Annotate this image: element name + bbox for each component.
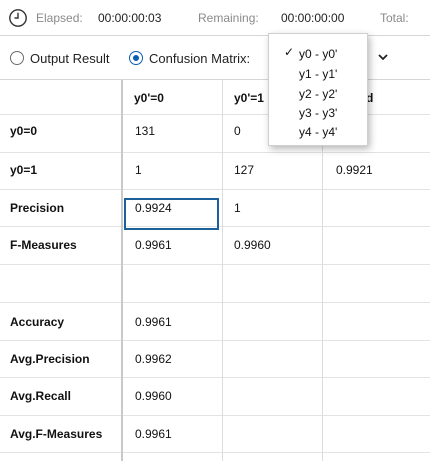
table-cell[interactable]: 0.9960 — [135, 389, 172, 403]
remaining-value: 00:00:00:00 — [281, 11, 345, 25]
table-cell[interactable]: 0.9961 — [135, 315, 172, 329]
elapsed-label: Elapsed: — [36, 11, 83, 25]
row-header: Avg.Precision — [10, 352, 90, 366]
elapsed-value: 00:00:00:03 — [98, 11, 162, 25]
row-header: Avg.F-Measures — [10, 427, 103, 441]
row-divider — [0, 264, 430, 265]
confusion-matrix-dropdown-menu: ✓ y0 - y0' y1 - y1' y2 - y2' y3 - y3' y4… — [268, 33, 368, 146]
row-divider — [0, 415, 430, 416]
total-label: Total: — [380, 11, 409, 25]
column-header: y0'=0 — [134, 91, 164, 105]
table-cell[interactable]: 0.9961 — [135, 427, 172, 441]
dropdown-item[interactable]: y0 - y0' — [299, 47, 337, 61]
dropdown-item[interactable]: y1 - y1' — [299, 67, 337, 81]
row-divider — [0, 189, 430, 190]
row-divider — [0, 302, 430, 303]
table-cell[interactable]: 0.9924 — [135, 201, 172, 215]
chevron-down-icon[interactable] — [377, 52, 389, 62]
table-cell[interactable]: 0.9921 — [336, 163, 373, 177]
row-header: y0=0 — [10, 124, 38, 138]
table-cell[interactable]: 0.9962 — [135, 352, 172, 366]
status-bar: Elapsed: 00:00:00:03 Remaining: 00:00:00… — [0, 0, 430, 36]
clock-icon — [9, 9, 27, 27]
confusion-matrix-radio[interactable] — [129, 51, 143, 65]
header-column-separator — [121, 80, 123, 461]
output-result-radio[interactable] — [10, 51, 24, 65]
table-cell[interactable]: 0.9960 — [234, 238, 271, 252]
table-cell[interactable]: 0 — [234, 124, 241, 138]
row-divider — [0, 340, 430, 341]
row-header: Precision — [10, 201, 65, 215]
column-header: y0'=1 — [234, 91, 264, 105]
checkmark-icon: ✓ — [284, 45, 295, 59]
row-header: F-Measures — [10, 238, 77, 252]
table-cell[interactable]: 0.9961 — [135, 238, 172, 252]
row-divider — [0, 452, 430, 453]
dropdown-item[interactable]: y2 - y2' — [299, 87, 337, 101]
table-cell[interactable]: 1 — [234, 201, 241, 215]
row-divider — [0, 377, 430, 378]
row-header: Avg.Recall — [10, 389, 71, 403]
row-divider — [0, 152, 430, 153]
dropdown-item[interactable]: y4 - y4' — [299, 125, 337, 139]
remaining-label: Remaining: — [198, 11, 259, 25]
row-header: y0=1 — [10, 163, 38, 177]
dropdown-item[interactable]: y3 - y3' — [299, 106, 337, 120]
evaluation-panel: Elapsed: 00:00:00:03 Remaining: 00:00:00… — [0, 0, 430, 461]
column-divider — [222, 80, 223, 461]
confusion-matrix-label[interactable]: Confusion Matrix: — [149, 51, 250, 66]
row-header: Accuracy — [10, 315, 65, 329]
table-cell[interactable]: 127 — [234, 163, 254, 177]
table-cell[interactable]: 131 — [135, 124, 155, 138]
output-result-label[interactable]: Output Result — [30, 51, 110, 66]
table-cell[interactable]: 1 — [135, 163, 142, 177]
